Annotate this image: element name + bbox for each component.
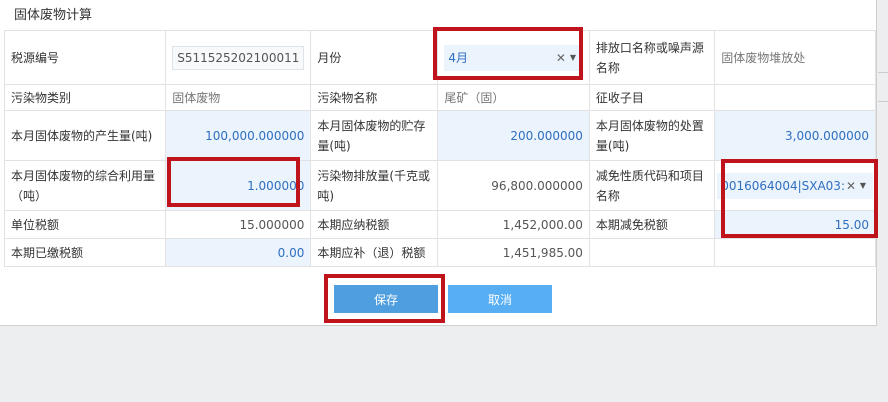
dialog-title: 固体废物计算 bbox=[14, 8, 93, 23]
unit-tax-label: 单位税额 bbox=[3, 210, 167, 239]
reduction-input[interactable]: 15.00 bbox=[714, 210, 876, 239]
table-row: 税源编号 S511525202100011 月份 4月 ✕ ▼ 排放口名称或噪声… bbox=[3, 30, 876, 85]
pollutant-name-label: 污染物名称 bbox=[310, 84, 439, 111]
exemption-cell: 0016064004|SXA03: ✕ ▼ bbox=[714, 160, 876, 211]
caret-down-icon[interactable]: ▼ bbox=[857, 176, 869, 196]
pollutant-category-label: 污染物类别 bbox=[3, 84, 167, 111]
close-icon[interactable]: ✕ bbox=[555, 48, 567, 68]
close-icon[interactable]: ✕ bbox=[845, 176, 857, 196]
payable-value: 1,452,000.00 bbox=[437, 210, 590, 239]
unit-tax-value: 15.000000 bbox=[165, 210, 312, 239]
empty-cell bbox=[588, 238, 716, 267]
produced-input[interactable]: 100,000.000000 bbox=[165, 110, 312, 161]
emission-value: 96,800.000000 bbox=[437, 160, 590, 211]
exemption-select-value: 0016064004|SXA03: bbox=[721, 178, 845, 193]
empty-cell bbox=[714, 238, 876, 267]
month-select[interactable]: 4月 ✕ ▼ bbox=[444, 44, 583, 71]
caret-down-icon[interactable]: ▼ bbox=[567, 48, 579, 68]
utilized-input[interactable]: 1.000000 bbox=[165, 160, 312, 211]
table-row: 本期已缴税额 0.00 本期应补（退）税额 1,451,985.00 bbox=[3, 238, 876, 267]
emission-label: 污染物排放量(千克或吨) bbox=[310, 160, 439, 211]
tax-id-cell: S511525202100011 bbox=[165, 30, 312, 85]
paid-input[interactable]: 0.00 bbox=[165, 238, 312, 267]
outlet-label: 排放口名称或噪声源名称 bbox=[588, 30, 716, 85]
background-window-edge bbox=[878, 72, 888, 102]
subject-value bbox=[714, 84, 876, 111]
paid-label: 本期已缴税额 bbox=[3, 238, 167, 267]
table-row: 本月固体废物的产生量(吨) 100,000.000000 本月固体废物的贮存量(… bbox=[3, 110, 876, 161]
payable-label: 本期应纳税额 bbox=[310, 210, 439, 239]
tax-id-label: 税源编号 bbox=[3, 30, 167, 85]
stored-label: 本月固体废物的贮存量(吨) bbox=[310, 110, 439, 161]
cancel-button[interactable]: 取消 bbox=[448, 285, 552, 313]
month-label: 月份 bbox=[310, 30, 439, 85]
tax-id-input[interactable]: S511525202100011 bbox=[172, 45, 305, 70]
disposed-input[interactable]: 3,000.000000 bbox=[714, 110, 876, 161]
refund-value: 1,451,985.00 bbox=[437, 238, 590, 267]
tax-form-table: 税源编号 S511525202100011 月份 4月 ✕ ▼ 排放口名称或噪声… bbox=[3, 30, 876, 267]
save-button[interactable]: 保存 bbox=[334, 285, 438, 313]
month-select-value: 4月 bbox=[448, 50, 468, 65]
disposed-label: 本月固体废物的处置量(吨) bbox=[588, 110, 716, 161]
dialog: 固体废物计算 税源编号 S511525202100011 月份 4月 ✕ ▼ 排… bbox=[0, 0, 877, 326]
produced-label: 本月固体废物的产生量(吨) bbox=[3, 110, 167, 161]
month-cell: 4月 ✕ ▼ bbox=[437, 30, 590, 85]
exemption-select[interactable]: 0016064004|SXA03: ✕ ▼ bbox=[717, 172, 873, 199]
utilized-label: 本月固体废物的综合利用量（吨） bbox=[3, 160, 167, 211]
stored-input[interactable]: 200.000000 bbox=[437, 110, 590, 161]
pollutant-name-value: 尾矿（固） bbox=[437, 84, 590, 111]
table-row: 单位税额 15.000000 本期应纳税额 1,452,000.00 本期减免税… bbox=[3, 210, 876, 239]
reduction-label: 本期减免税额 bbox=[588, 210, 716, 239]
table-row: 本月固体废物的综合利用量（吨） 1.000000 污染物排放量(千克或吨) 96… bbox=[3, 160, 876, 211]
subject-label: 征收子目 bbox=[588, 84, 716, 111]
pollutant-category-value: 固体废物 bbox=[165, 84, 312, 111]
outlet-value: 固体废物堆放处 bbox=[714, 30, 876, 85]
table-row: 污染物类别 固体废物 污染物名称 尾矿（固） 征收子目 bbox=[3, 84, 876, 111]
exemption-label: 减免性质代码和项目名称 bbox=[588, 160, 716, 211]
refund-label: 本期应补（退）税额 bbox=[310, 238, 439, 267]
